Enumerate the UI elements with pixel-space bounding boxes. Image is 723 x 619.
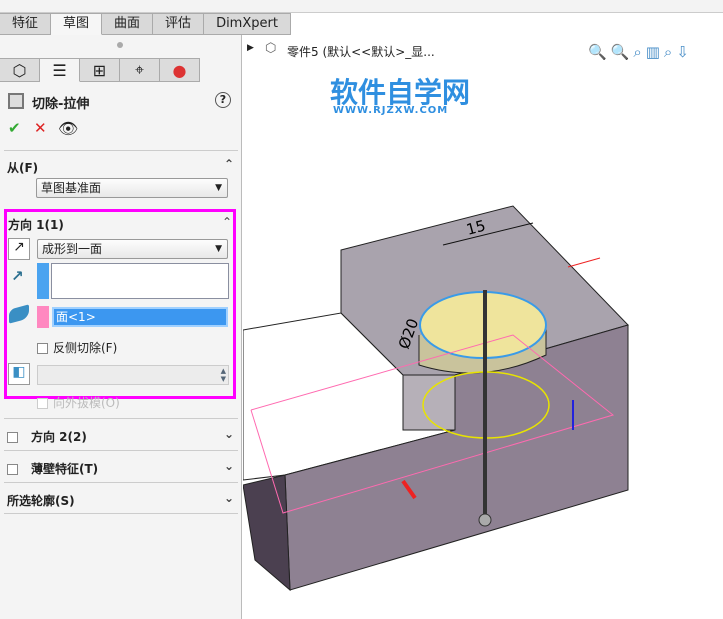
- dropdown-arrow-icon: ▼: [215, 244, 222, 254]
- splitter-handle[interactable]: [117, 42, 123, 48]
- chevron-up-icon[interactable]: ⌃: [222, 215, 237, 229]
- chevron-up-icon[interactable]: ⌃: [224, 157, 234, 171]
- cancel-button[interactable]: ✕: [34, 119, 47, 137]
- graphics-area[interactable]: ▶ ⬡ 零件5 (默认<<默认>_显... 🔍🔍⌕▥⌕⇩ 软件自学网 WWW.R…: [243, 35, 723, 619]
- axis-arrow-x: [567, 257, 601, 268]
- configuration-manager-tab[interactable]: ⊞: [80, 58, 120, 82]
- checkbox[interactable]: [7, 432, 18, 443]
- direction-selection-box[interactable]: [51, 263, 229, 299]
- direction2-section[interactable]: 方向 2(2): [7, 428, 87, 445]
- cut-extrude-icon: [8, 93, 24, 109]
- crosshair-icon: ⌖: [134, 60, 144, 79]
- checkbox: [37, 398, 48, 409]
- checkbox[interactable]: [37, 343, 48, 354]
- property-manager-tab[interactable]: ☰: [40, 58, 80, 82]
- from-value: 草图基准面: [41, 181, 102, 195]
- model-view: 15 Ø20: [243, 205, 629, 592]
- block-side-face: [402, 374, 456, 431]
- tab-features[interactable]: 特征: [0, 13, 52, 35]
- face-selection-box[interactable]: 面<1>: [52, 307, 228, 327]
- from-combo[interactable]: 草图基准面 ▼: [36, 178, 228, 198]
- ok-button[interactable]: ✔: [8, 119, 21, 137]
- list-icon: ☰: [52, 60, 67, 80]
- face-color-swatch: [37, 306, 49, 328]
- feature-title: 切除-拉伸: [32, 97, 90, 112]
- chevron-down-icon[interactable]: ⌄: [224, 427, 234, 441]
- dropdown-arrow-icon: ▼: [215, 183, 222, 193]
- display-manager-tab[interactable]: ●: [160, 58, 200, 82]
- property-manager: ⬡ ☰ ⊞ ⌖ ● 切除-拉伸 ? ✔ ✕ 👁 从(F) ⌃ 草图基准面 ▼ 方向…: [0, 35, 242, 619]
- thin-feature-section[interactable]: 薄壁特征(T): [7, 460, 98, 477]
- direction-color-swatch: [37, 263, 49, 299]
- tab-surfaces[interactable]: 曲面: [102, 13, 154, 35]
- end-condition-value: 成形到一面: [42, 242, 103, 256]
- part-icon: ⬡: [12, 60, 27, 80]
- selected-contours-label[interactable]: 所选轮廓(S): [7, 492, 75, 509]
- draft-button[interactable]: ◧: [8, 363, 30, 385]
- reverse-direction-button[interactable]: ↗: [8, 238, 30, 260]
- dimxpert-manager-tab[interactable]: ⌖: [120, 58, 160, 82]
- reverse-cut-checkbox[interactable]: 反侧切除(F): [37, 339, 117, 356]
- draft-angle-input[interactable]: ▲ ▼: [37, 365, 229, 385]
- tab-dimxpert[interactable]: DimXpert: [204, 13, 291, 35]
- checkbox[interactable]: [7, 464, 18, 475]
- end-condition-combo[interactable]: 成形到一面 ▼: [37, 239, 228, 259]
- command-manager-tabs: 特征 草图 曲面 评估 DimXpert: [0, 13, 291, 35]
- draft-outward-checkbox: 向外拔模(O): [37, 394, 120, 411]
- chevron-down-icon[interactable]: ⌄: [224, 491, 234, 505]
- top-toolbar: [0, 0, 723, 13]
- tab-sketch[interactable]: 草图: [51, 13, 103, 35]
- from-section-label: 从(F): [7, 161, 39, 175]
- tab-evaluate[interactable]: 评估: [153, 13, 205, 35]
- direction-arrow-icon: ↗: [11, 267, 24, 285]
- help-button[interactable]: ?: [215, 92, 231, 108]
- reverse-cut-label: 反侧切除(F): [53, 341, 118, 355]
- feature-manager-tab[interactable]: ⬡: [0, 58, 40, 82]
- chevron-down-icon[interactable]: ⌄: [224, 459, 234, 473]
- preview-eye-icon[interactable]: 👁: [58, 119, 78, 138]
- thin-feature-label: 薄壁特征(T): [31, 462, 99, 476]
- direction2-label: 方向 2(2): [31, 430, 87, 444]
- tree-icon: ⊞: [92, 60, 107, 80]
- spinner-icon[interactable]: ▲ ▼: [221, 367, 226, 383]
- draft-outward-label: 向外拔模(O): [53, 396, 120, 410]
- direction1-label: 方向 1(1): [8, 218, 64, 232]
- color-ball-icon: ●: [172, 60, 187, 80]
- left-face: [243, 474, 291, 592]
